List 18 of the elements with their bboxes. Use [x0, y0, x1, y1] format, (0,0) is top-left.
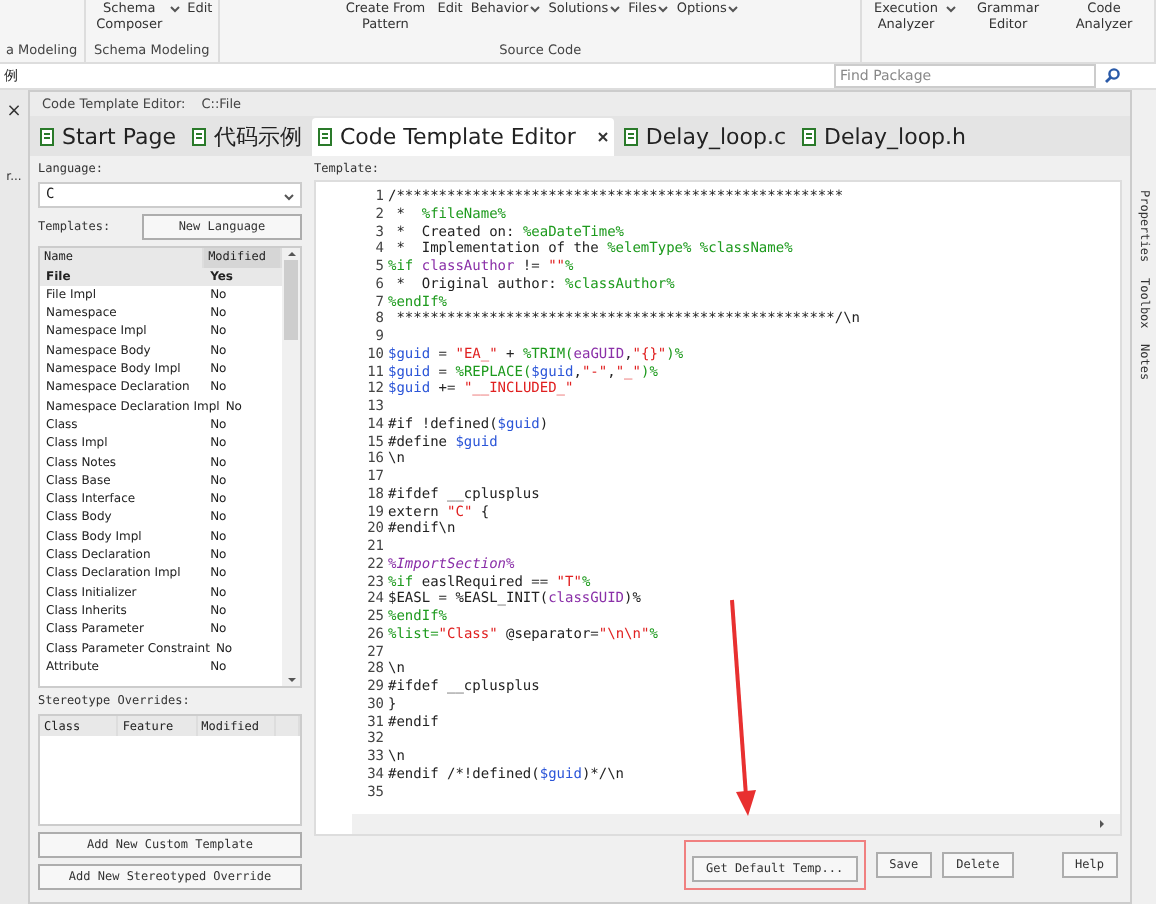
scrollbar-thumb[interactable] [284, 259, 298, 340]
document-icon [192, 128, 208, 146]
document-tab[interactable]: Delay_loop.h [796, 118, 973, 156]
search-icon[interactable] [1104, 68, 1120, 84]
document-tab[interactable]: 代码示例 [186, 118, 308, 156]
document-icon [623, 128, 640, 146]
document-icon [318, 128, 334, 146]
document-icon [40, 128, 56, 146]
code-editor[interactable] [314, 180, 1122, 836]
close-icon[interactable] [597, 132, 608, 142]
document-tab[interactable]: Delay_loop.c [617, 118, 792, 156]
document-tab[interactable]: Start Page [34, 118, 182, 156]
scroll-down-icon[interactable] [285, 674, 297, 687]
scroll-right-icon[interactable] [1096, 818, 1108, 830]
document-tab[interactable]: Code Template Editor [312, 118, 614, 156]
document-icon [802, 128, 818, 146]
caret-icon [284, 191, 294, 202]
close-button[interactable]: × [6, 102, 22, 122]
